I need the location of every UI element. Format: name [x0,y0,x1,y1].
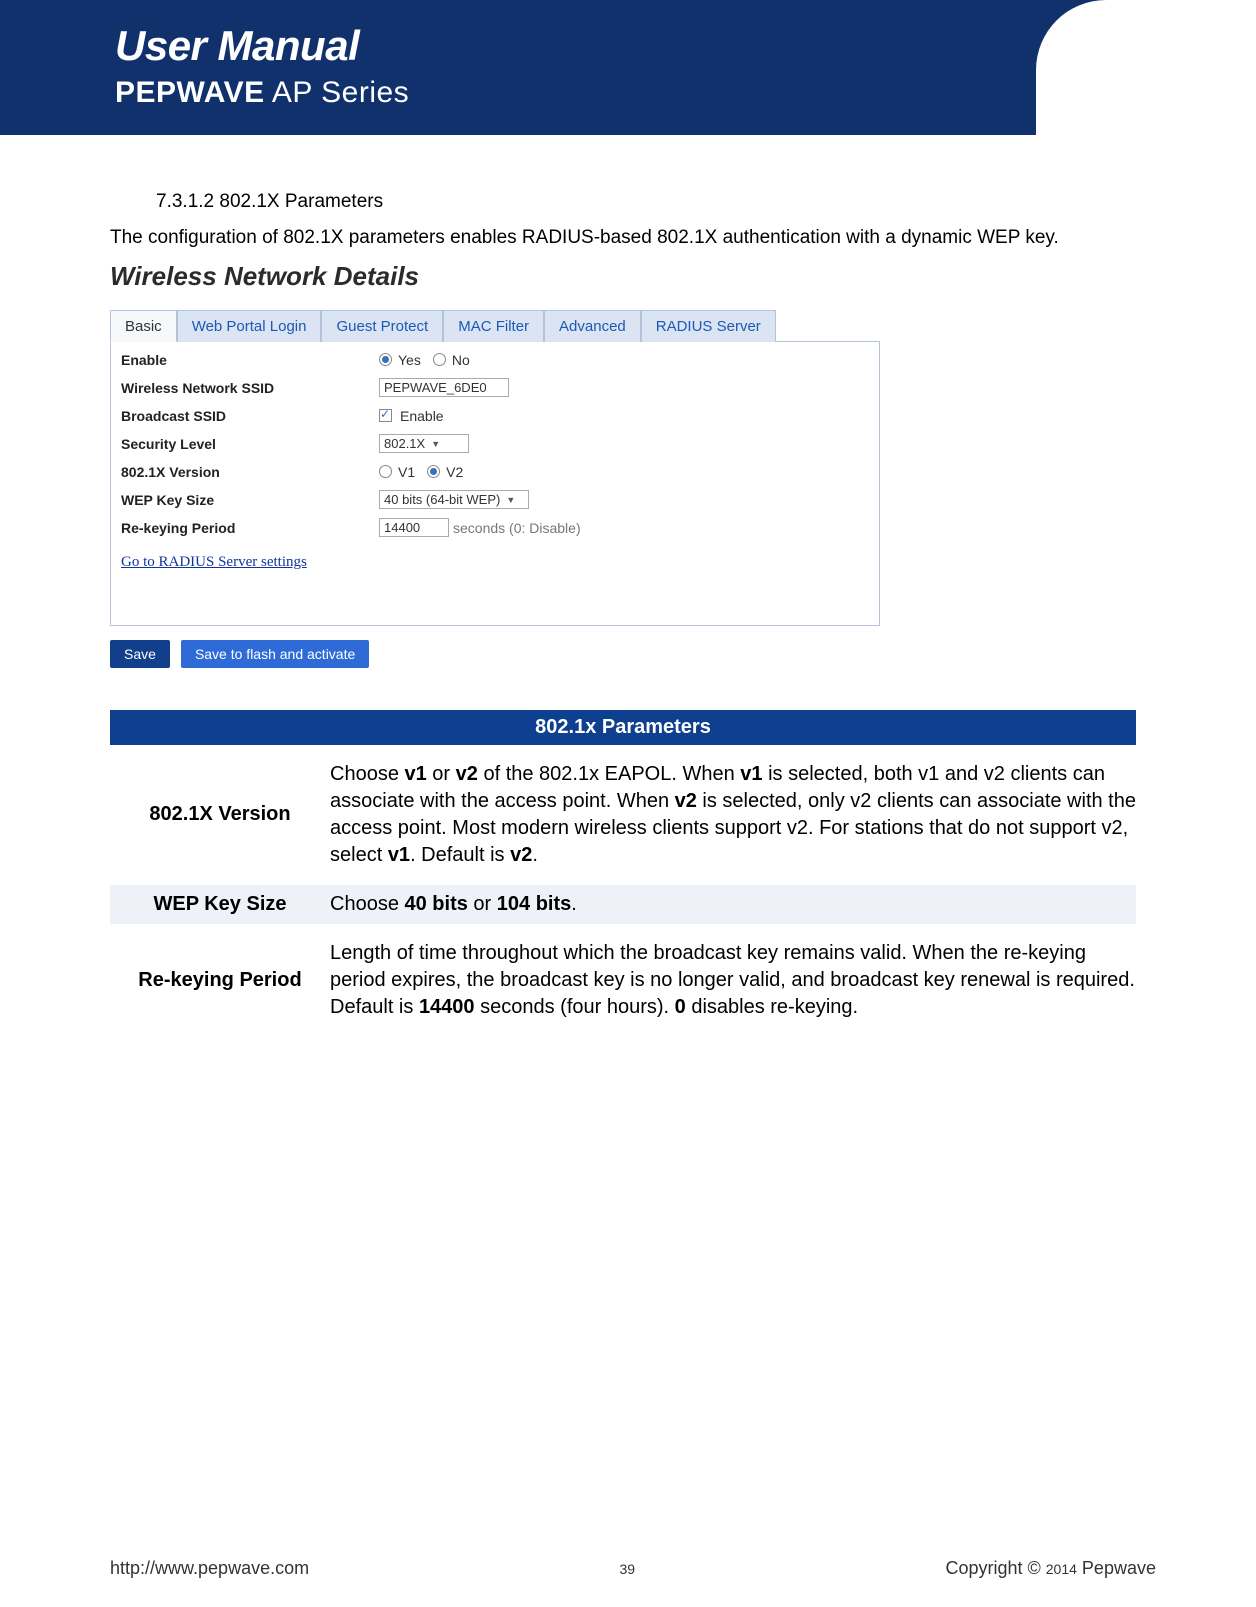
table-row: Re-keying Period Length of time througho… [110,934,1136,1027]
chevron-down-icon: ▼ [506,495,515,505]
wep-size-value: 40 bits (64-bit WEP) [384,492,500,507]
save-flash-button[interactable]: Save to flash and activate [181,640,369,668]
footer-url: http://www.pepwave.com [110,1558,309,1579]
rekey-label: Re-keying Period [121,520,379,536]
broadcast-label: Broadcast SSID [121,408,379,424]
radius-settings-link[interactable]: Go to RADIUS Server settings [111,542,879,575]
param-desc: Choose 40 bits or 104 bits. [330,885,1136,924]
broadcast-text: Enable [400,408,444,424]
tab-radius-server[interactable]: RADIUS Server [641,310,776,342]
wep-size-select[interactable]: 40 bits (64-bit WEP) ▼ [379,490,529,509]
panel-title: Wireless Network Details [110,261,880,292]
v1-radio[interactable] [379,465,392,478]
enable-yes-text: Yes [398,352,421,368]
tab-mac-filter[interactable]: MAC Filter [443,310,544,342]
ssid-input[interactable]: PEPWAVE_6DE0 [379,378,509,397]
param-desc: Length of time throughout which the broa… [330,934,1136,1027]
enable-no-text: No [452,352,470,368]
tab-guest-protect[interactable]: Guest Protect [321,310,443,342]
save-button[interactable]: Save [110,640,170,668]
copyright: Copyright © 2014 Pepwave [945,1558,1156,1579]
page-footer: http://www.pepwave.com 39 Copyright © 20… [0,1558,1256,1579]
doc-subtitle: PEPWAVE AP Series [115,76,1256,110]
security-level-select[interactable]: 802.1X ▼ [379,434,469,453]
page-number: 39 [619,1561,635,1577]
rekey-suffix: seconds (0: Disable) [453,520,581,536]
doc-title: User Manual [115,22,1256,70]
v2-radio[interactable] [427,465,440,478]
wep-size-label: WEP Key Size [121,492,379,508]
param-desc: Choose v1 or v2 of the 802.1x EAPOL. Whe… [330,755,1136,875]
page-content: 7.3.1.2 802.1X Parameters The configurat… [0,135,1256,1027]
param-name: 802.1X Version [110,755,330,875]
brand-bold: PEPWAVE [115,76,265,109]
security-level-value: 802.1X [384,436,425,451]
ssid-label: Wireless Network SSID [121,380,379,396]
brand-rest: AP Series [265,76,410,109]
doc-header: User Manual PEPWAVE AP Series [0,0,1256,135]
param-name: WEP Key Size [110,885,330,924]
enable-yes-radio[interactable] [379,353,392,366]
parameter-table: 802.1x Parameters 802.1X Version Choose … [110,710,1136,1027]
section-number: 7.3.1.2 802.1X Parameters [156,191,1136,213]
section-intro: The configuration of 802.1X parameters e… [110,225,1136,251]
ui-screenshot: Wireless Network Details Basic Web Porta… [110,261,880,668]
version-label: 802.1X Version [121,464,379,480]
table-row: WEP Key Size Choose 40 bits or 104 bits. [110,885,1136,924]
param-table-title: 802.1x Parameters [110,710,1136,745]
broadcast-checkbox[interactable] [379,409,392,422]
table-row: 802.1X Version Choose v1 or v2 of the 80… [110,755,1136,875]
v2-text: V2 [446,464,463,480]
form-panel: Enable Yes No Wireless Network SSID PEPW… [110,341,880,626]
tab-web-portal-login[interactable]: Web Portal Login [177,310,322,342]
security-level-label: Security Level [121,436,379,452]
enable-label: Enable [121,352,379,368]
tab-advanced[interactable]: Advanced [544,310,641,342]
tabs: Basic Web Portal Login Guest Protect MAC… [110,310,880,342]
tab-basic[interactable]: Basic [110,310,177,342]
rekey-input[interactable]: 14400 [379,518,449,537]
chevron-down-icon: ▼ [431,439,440,449]
enable-no-radio[interactable] [433,353,446,366]
param-name: Re-keying Period [110,934,330,1027]
v1-text: V1 [398,464,415,480]
